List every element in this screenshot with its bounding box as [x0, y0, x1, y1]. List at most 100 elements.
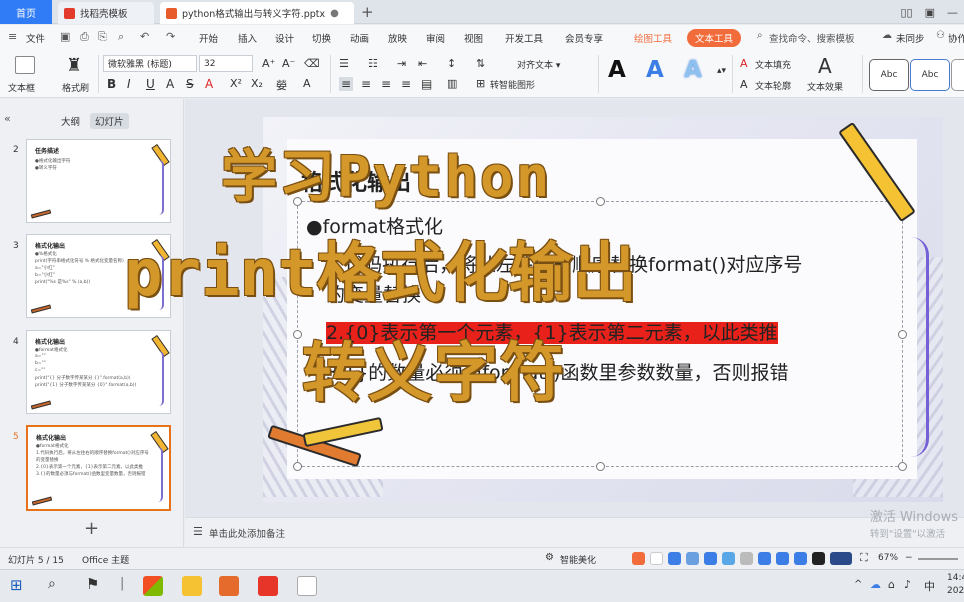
notes-pane[interactable]: ☰ 单击此处添加备注 [185, 517, 964, 547]
clock-time[interactable]: 14:4 [947, 573, 964, 583]
shape-style-3[interactable] [951, 59, 964, 91]
menu-member[interactable]: 会员专享 [565, 31, 603, 45]
resize-handle[interactable] [293, 462, 302, 471]
undo-icon[interactable]: ↶ [140, 30, 149, 43]
resize-handle[interactable] [293, 330, 302, 339]
menu-slideshow[interactable]: 放映 [388, 31, 407, 45]
tab-template[interactable]: 找稻壳模板 [58, 2, 154, 24]
style-scroll-icon[interactable]: ▴▾ [717, 66, 726, 76]
media-icon[interactable] [219, 576, 239, 596]
menu-file[interactable]: 文件 [26, 31, 45, 45]
search-icon[interactable]: ⌕ [48, 576, 56, 592]
hamburger-icon[interactable]: ≡ [8, 30, 17, 43]
windows-start-icon[interactable]: ⊞ [10, 576, 23, 594]
bullet-list-icon[interactable]: ☰ [339, 57, 349, 70]
ime-tray-icon[interactable]: 中 [924, 578, 935, 594]
textbox-button[interactable]: 文本框 [8, 81, 35, 94]
text-direction-icon[interactable]: ⇅ [476, 57, 485, 70]
text-fill-button[interactable]: 文本填充 [755, 58, 791, 71]
simplified-icon[interactable] [758, 552, 771, 565]
volume-icon[interactable]: ♪ [904, 578, 911, 591]
slide-thumbnail-5[interactable]: 格式化输出 ●format格式化 1.代码执行后，将从左往右的顺序替换forma… [26, 425, 171, 511]
store-icon[interactable] [143, 576, 163, 596]
resize-handle[interactable] [898, 330, 907, 339]
shadow-icon[interactable]: A [166, 77, 174, 91]
app-icon[interactable]: ⚑ [86, 575, 99, 593]
tab-document[interactable]: python格式输出与转义字符.pptx ● [160, 2, 354, 24]
theme-name[interactable]: Office 主题 [82, 553, 129, 566]
shirt-icon[interactable] [776, 552, 789, 565]
fit-window-icon[interactable]: ⛶ [860, 551, 868, 565]
number-list-icon[interactable]: ☷ [368, 57, 378, 70]
textbox-icon[interactable] [15, 56, 35, 74]
menu-dots-icon[interactable] [740, 552, 753, 565]
clock-date[interactable]: 202 [947, 586, 964, 596]
menu-devtools[interactable]: 开发工具 [505, 31, 543, 45]
resize-handle[interactable] [898, 462, 907, 471]
menu-drawing-tools[interactable]: 绘图工具 [634, 31, 672, 45]
align-right-icon[interactable]: ≡ [381, 77, 391, 91]
add-slide-icon[interactable]: + [84, 518, 99, 539]
text-style-blue[interactable]: A [646, 57, 664, 83]
layout-icon[interactable]: ▯▯ [900, 6, 912, 19]
text-outline-button[interactable]: 文本轮廓 [755, 79, 791, 92]
cloud-tray-icon[interactable]: ☁ [870, 578, 881, 591]
tab-slides[interactable]: 幻灯片 [90, 113, 129, 129]
punct-icon[interactable] [686, 552, 699, 565]
export-icon[interactable]: ⎙ [80, 30, 89, 44]
format-painter-icon[interactable]: ♜ [66, 55, 82, 76]
slide-thumbnail-2[interactable]: 任务描述 ●格式化输出字符 ●转义字符 [26, 139, 171, 223]
grow-font-icon[interactable]: A⁺ [262, 57, 275, 70]
gear-icon[interactable] [794, 552, 807, 565]
command-search[interactable]: 查找命令、搜索模板 [769, 31, 855, 45]
notes-placeholder[interactable]: 单击此处添加备注 [209, 526, 285, 540]
keyboard-icon[interactable] [704, 552, 717, 565]
menu-text-tools[interactable]: 文本工具 [687, 29, 742, 47]
close-tab-icon[interactable]: ● [330, 8, 339, 19]
subscript-icon[interactable]: X₂ [251, 77, 263, 90]
collab-button[interactable]: 协作 [948, 31, 964, 45]
tray-arrow-icon[interactable]: ^ [854, 579, 862, 590]
user-icon[interactable]: ▣ [925, 6, 935, 19]
tab-home[interactable]: 首页 [0, 0, 52, 24]
collapse-panel-icon[interactable]: « [4, 112, 11, 125]
tiktok-icon[interactable] [812, 552, 825, 565]
network-icon[interactable]: ⌂ [888, 578, 895, 591]
clear-format-icon[interactable]: ⌫ [304, 57, 320, 70]
slide-thumbnail-4[interactable]: 格式化输出 ●format格式化 a="" b="" c="" print("{… [26, 330, 171, 414]
shape-style-1[interactable]: Abc [869, 59, 909, 91]
zoom-level[interactable]: 67% [878, 553, 898, 563]
font-size-select[interactable]: 32 [199, 55, 253, 72]
preview-icon[interactable]: ⌕ [118, 30, 124, 44]
align-center-icon[interactable]: ≡ [361, 77, 371, 91]
outdent-icon[interactable]: ⇤ [418, 57, 427, 70]
ime-icon[interactable] [650, 552, 663, 565]
redo-icon[interactable]: ↷ [166, 30, 175, 43]
new-tab-icon[interactable]: + [361, 3, 374, 21]
resize-handle[interactable] [596, 462, 605, 471]
align-left-icon[interactable]: ≡ [339, 77, 354, 91]
file-explorer-icon[interactable] [182, 576, 202, 596]
print-icon[interactable]: ⎘ [98, 30, 107, 44]
align-text-button[interactable]: 对齐文本 ▾ [517, 58, 560, 71]
format-painter-button[interactable]: 格式刷 [62, 81, 89, 94]
play-slideshow-icon[interactable] [830, 552, 852, 565]
zoom-out-icon[interactable]: − [905, 553, 913, 563]
save-icon[interactable]: ▣ [60, 30, 70, 43]
menu-design[interactable]: 设计 [275, 31, 294, 45]
moon-icon[interactable] [668, 552, 681, 565]
menu-animation[interactable]: 动画 [350, 31, 369, 45]
font-name-select[interactable]: 微软雅黑 (标题) [103, 55, 197, 72]
distribute-icon[interactable]: ▤ [421, 77, 432, 91]
convert-smartart-button[interactable]: 转智能图形 [490, 78, 535, 91]
skin-icon[interactable] [722, 552, 735, 565]
superscript-icon[interactable]: X² [230, 77, 242, 90]
document-icon[interactable] [297, 576, 317, 596]
shape-style-2[interactable]: Abc [910, 59, 950, 91]
resize-handle[interactable] [596, 197, 605, 206]
menu-start[interactable]: 开始 [199, 31, 218, 45]
phonetic-icon[interactable]: 嫈 [276, 77, 287, 93]
shrink-font-icon[interactable]: A⁻ [282, 57, 295, 70]
line-spacing-icon[interactable]: ↕ [447, 57, 456, 70]
strikethrough-icon[interactable]: S [186, 77, 194, 91]
